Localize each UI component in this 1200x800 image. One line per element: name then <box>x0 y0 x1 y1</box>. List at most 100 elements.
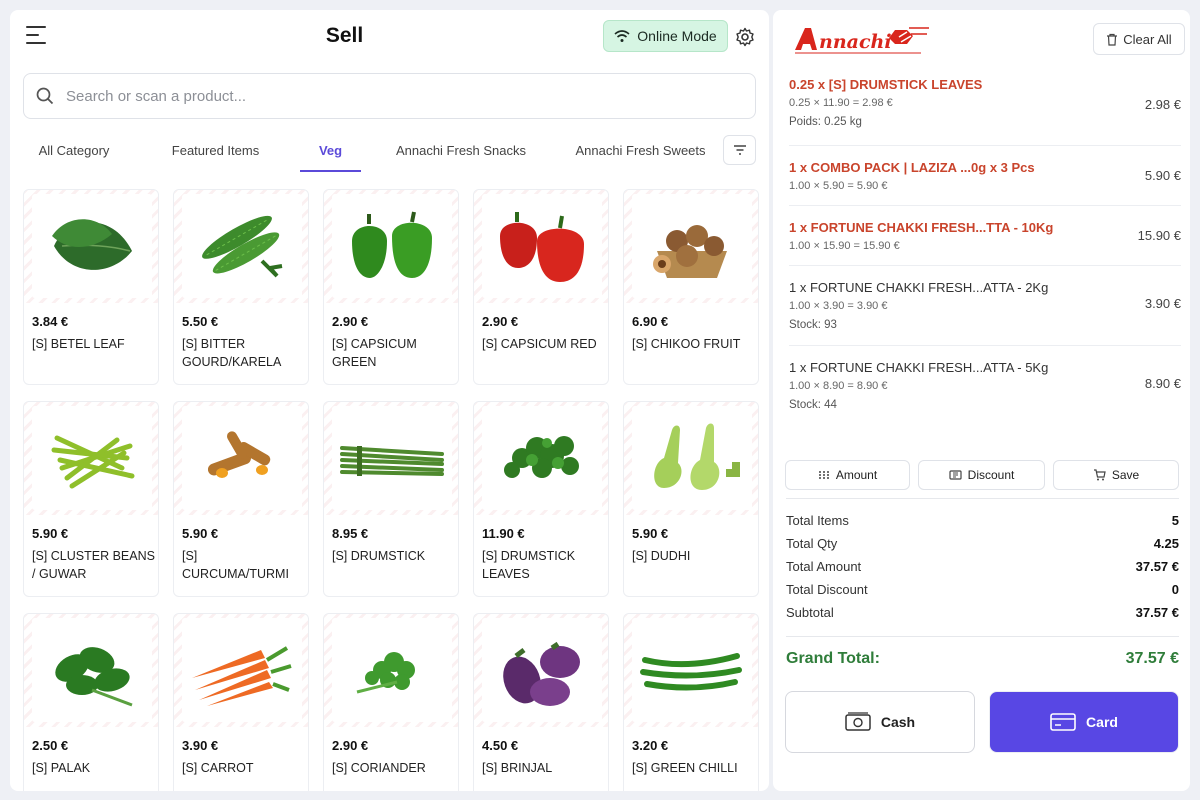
cart-item-amount: 15.90 € <box>1137 228 1181 243</box>
cash-icon <box>845 712 871 731</box>
dudhi-icon <box>654 423 740 490</box>
total-items-label: Total Items <box>786 513 849 528</box>
cash-button[interactable]: Cash <box>785 691 975 753</box>
total-items-row: Total Items 5 <box>786 513 1179 533</box>
cash-label: Cash <box>880 714 916 730</box>
product-card[interactable]: 5.90 € [S] CLUSTER BEANS / GUWAR <box>23 401 159 597</box>
product-price: 2.90 € <box>332 738 369 753</box>
cart-item[interactable]: 0.25 x [S] DRUMSTICK LEAVES 0.25 × 11.90… <box>789 70 1181 146</box>
product-name: [S] CAPSICUM GREEN <box>332 337 417 369</box>
trash-icon <box>1107 33 1118 46</box>
product-name: [S] CORIANDER <box>332 761 426 775</box>
amount-button[interactable]: Amount <box>785 460 910 490</box>
cart-item-calc: 0.25 × 11.90 = 2.98 € <box>789 97 893 109</box>
search-input[interactable] <box>66 87 666 105</box>
product-price: 5.90 € <box>182 526 219 541</box>
turmeric-icon <box>207 431 271 478</box>
product-price: 5.50 € <box>182 314 219 329</box>
cart-item-title: 1 x FORTUNE CHAKKI FRESH...ATTA - 2Kg <box>789 280 1049 295</box>
product-name: [S] CURCUMA/TURMI <box>182 549 289 581</box>
cart-item-title: 1 x COMBO PACK | LAZIZA ...0g x 3 Pcs <box>789 160 1035 175</box>
product-card[interactable]: 2.90 € [S] CAPSICUM GREEN <box>323 189 459 385</box>
subtotal-label: Subtotal <box>786 605 834 620</box>
category-tabs: All Category Featured Items Veg Annachi … <box>23 130 723 172</box>
product-card[interactable]: 2.90 € [S] CORIANDER <box>323 613 459 791</box>
tab-annachi-fresh-sweets[interactable]: Annachi Fresh Sweets <box>563 130 718 172</box>
product-card[interactable]: 5.50 € [S] BITTER GOURD/KARELA <box>173 189 309 385</box>
product-card[interactable]: 2.90 € [S] CAPSICUM RED <box>473 189 609 385</box>
tab-annachi-fresh-snacks[interactable]: Annachi Fresh Snacks <box>386 130 536 172</box>
product-card[interactable]: 3.20 € [S] GREEN CHILLI <box>623 613 759 791</box>
grand-total-value: 37.57 € <box>1125 650 1179 667</box>
wifi-icon <box>614 30 630 42</box>
total-discount-label: Total Discount <box>786 582 868 597</box>
clear-all-label: Clear All <box>1123 31 1172 47</box>
product-card[interactable]: 4.50 € [S] BRINJAL <box>473 613 609 791</box>
cart-item-extra: Poids: 0.25 kg <box>789 116 862 128</box>
total-discount-value: 0 <box>1171 582 1179 597</box>
product-panel: Sell Online Mode All Category Featured I… <box>10 10 769 791</box>
drumstick-leaves-icon <box>504 436 579 478</box>
tab-veg[interactable]: Veg <box>300 130 361 172</box>
cart-item-stock: Stock: 44 <box>789 399 837 411</box>
amount-label: Amount <box>835 468 878 482</box>
gear-icon[interactable] <box>735 27 755 47</box>
cart-item-calc: 1.00 × 15.90 = 15.90 € <box>789 240 900 252</box>
product-card[interactable]: 3.84 € [S] BETEL LEAF <box>23 189 159 385</box>
grand-total-label: Grand Total: <box>786 650 880 667</box>
product-card[interactable]: 5.90 € [S] DUDHI <box>623 401 759 597</box>
product-price: 3.84 € <box>32 314 69 329</box>
cart-item-title: 0.25 x [S] DRUMSTICK LEAVES <box>789 77 983 92</box>
card-icon <box>1050 713 1076 731</box>
grand-total: Grand Total: 37.57 € <box>786 650 1179 668</box>
search-bar <box>23 73 756 119</box>
product-card[interactable]: 2.50 € [S] PALAK <box>23 613 159 791</box>
product-price: 5.90 € <box>632 526 669 541</box>
product-name: [S] GREEN CHILLI <box>632 761 738 775</box>
filter-button[interactable] <box>723 135 756 165</box>
product-price: 5.90 € <box>32 526 69 541</box>
card-button[interactable]: Card <box>989 691 1179 753</box>
discount-button[interactable]: Discount <box>918 460 1045 490</box>
tab-all-category[interactable]: All Category <box>23 130 125 172</box>
capsicum-green-icon <box>352 211 432 278</box>
product-name: [S] BRINJAL <box>482 761 553 775</box>
cart-item[interactable]: 1 x FORTUNE CHAKKI FRESH...TTA - 10Kg 1.… <box>789 206 1181 266</box>
online-mode-button[interactable]: Online Mode <box>603 20 728 52</box>
cart-item-title: 1 x FORTUNE CHAKKI FRESH...ATTA - 5Kg <box>789 360 1049 375</box>
product-name: [S] CAPSICUM RED <box>482 337 597 351</box>
cart-item[interactable]: 1 x FORTUNE CHAKKI FRESH...ATTA - 5Kg 1.… <box>789 346 1181 426</box>
subtotal-value: 37.57 € <box>1135 605 1179 620</box>
filter-icon <box>733 145 746 155</box>
capsicum-red-icon <box>500 212 584 282</box>
bitter-gourd-icon <box>202 215 283 278</box>
online-mode-label: Online Mode <box>637 28 717 44</box>
product-price: 11.90 € <box>482 526 525 541</box>
tab-featured-items[interactable]: Featured Items <box>153 130 278 172</box>
subtotal-row: Subtotal 37.57 € <box>786 605 1179 625</box>
total-amount-value: 37.57 € <box>1135 559 1179 574</box>
product-name: [S] CLUSTER BEANS / GUWAR <box>32 549 155 581</box>
cart-item[interactable]: 1 x COMBO PACK | LAZIZA ...0g x 3 Pcs 1.… <box>789 146 1181 206</box>
product-name: [S] BITTER GOURD/KARELA <box>182 337 282 369</box>
product-card[interactable]: 6.90 € [S] CHIKOO FRUIT <box>623 189 759 385</box>
clear-all-button[interactable]: Clear All <box>1093 23 1185 55</box>
annachi-logo: nnachi <box>795 27 929 54</box>
product-card[interactable]: 11.90 € [S] DRUMSTICK LEAVES <box>473 401 609 597</box>
cart-item[interactable]: 1 x FORTUNE CHAKKI FRESH...ATTA - 2Kg 1.… <box>789 266 1181 346</box>
cart-item-calc: 1.00 × 8.90 = 8.90 € <box>789 380 888 392</box>
cart-item-amount: 5.90 € <box>1144 168 1181 183</box>
product-name: [S] DRUMSTICK LEAVES <box>482 549 576 581</box>
top-bar: Sell Online Mode <box>10 10 769 62</box>
product-card[interactable]: 3.90 € [S] CARROT <box>173 613 309 791</box>
save-button[interactable]: Save <box>1053 460 1179 490</box>
product-card[interactable]: 5.90 € [S] CURCUMA/TURMI <box>173 401 309 597</box>
svg-text:nnachi: nnachi <box>819 31 892 53</box>
product-grid: 3.84 € [S] BETEL LEAF 5.50 € [S] BITTER … <box>23 189 763 791</box>
product-price: 3.20 € <box>632 738 669 753</box>
product-price: 4.50 € <box>482 738 519 753</box>
drumstick-icon <box>340 446 444 476</box>
product-card[interactable]: 8.95 € [S] DRUMSTICK <box>323 401 459 597</box>
total-amount-label: Total Amount <box>786 559 862 574</box>
discount-label: Discount <box>967 468 1015 482</box>
